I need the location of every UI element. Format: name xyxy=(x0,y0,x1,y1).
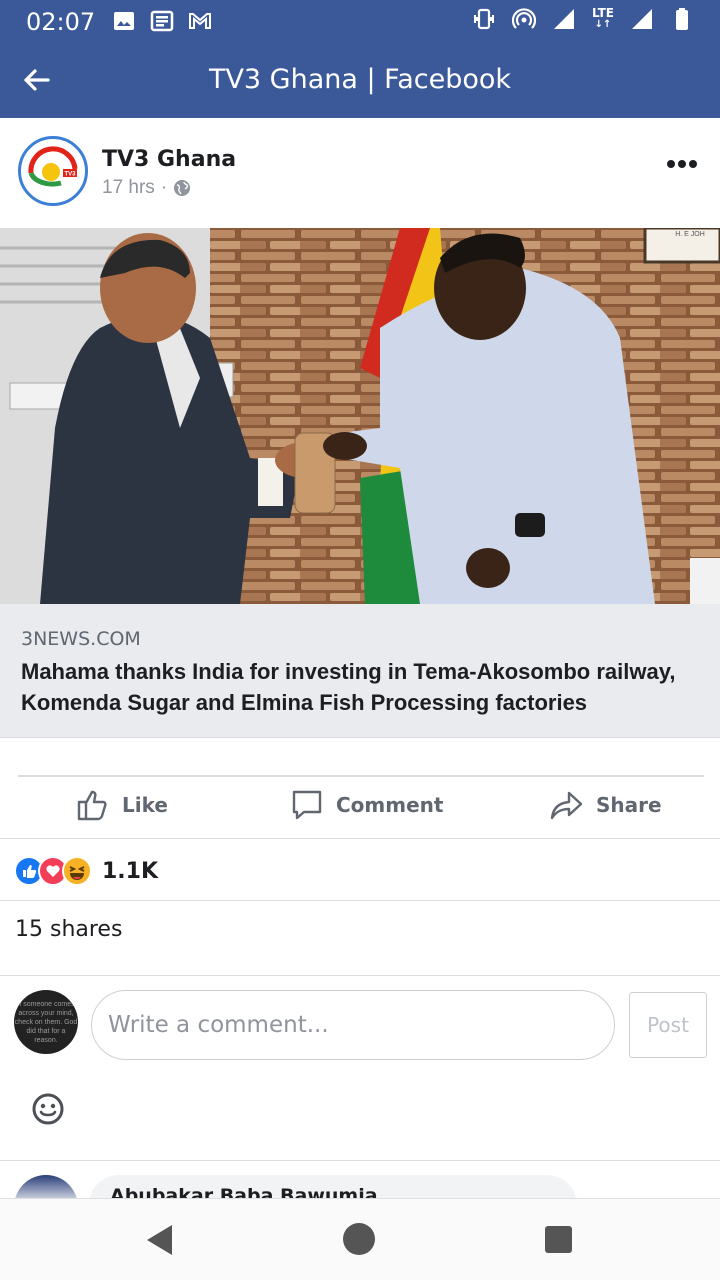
comment-input[interactable] xyxy=(91,990,615,1060)
hotspot-icon xyxy=(511,8,536,29)
signal-icon xyxy=(553,9,574,29)
nav-home-icon[interactable] xyxy=(343,1223,375,1255)
comment-item: Abubakar Baba Bawumia xyxy=(0,1160,720,1198)
comment-label: Comment xyxy=(336,793,444,817)
divider xyxy=(0,838,720,839)
link-title: Mahama thanks India for investing in Tem… xyxy=(21,659,676,715)
image-icon xyxy=(114,12,134,30)
nav-recents-icon[interactable] xyxy=(545,1226,572,1253)
status-time: 02:07 xyxy=(26,8,96,36)
post-comment-button[interactable]: Post xyxy=(629,992,707,1058)
vibrate-icon xyxy=(473,8,494,30)
nav-back-icon[interactable] xyxy=(144,1223,174,1257)
haha-icon xyxy=(62,856,92,886)
thumbs-up-icon xyxy=(77,790,107,821)
battery-icon xyxy=(676,8,688,30)
page-avatar[interactable]: TV3 xyxy=(18,136,88,206)
shares-count[interactable]: 15 shares xyxy=(15,917,122,942)
post-actions: Like Comment Share xyxy=(0,778,720,838)
more-options-icon[interactable] xyxy=(666,158,698,170)
photo-image: H. E JOH xyxy=(0,228,720,604)
commenter-name[interactable]: Abubakar Baba Bawumia xyxy=(110,1185,378,1198)
divider xyxy=(0,900,720,901)
emoji-icon[interactable] xyxy=(31,1092,65,1126)
avatar-quote: If someone comes across your mind, check… xyxy=(14,1001,78,1044)
globe-icon xyxy=(174,180,191,196)
link-domain: 3NEWS.COM xyxy=(21,628,141,650)
share-arrow-icon xyxy=(550,791,583,820)
page-title: TV3 Ghana | Facebook xyxy=(208,64,512,95)
reactions-summary[interactable]: 1.1K xyxy=(14,854,158,888)
signal-icon xyxy=(632,9,652,29)
user-avatar: If someone comes across your mind, check… xyxy=(14,990,78,1054)
app-bar: TV3 Ghana | Facebook xyxy=(0,42,720,118)
avatar-text: TV3 xyxy=(64,172,76,178)
actions-divider xyxy=(18,775,704,777)
like-button[interactable]: Like xyxy=(76,788,168,822)
share-button[interactable]: Share xyxy=(550,788,662,822)
gmail-icon xyxy=(189,13,211,29)
meta-separator: · xyxy=(160,177,168,198)
photo-corner-label: H. E JOH xyxy=(675,231,705,238)
share-label: Share xyxy=(596,793,662,817)
page-name[interactable]: TV3 Ghana xyxy=(102,147,236,172)
news-icon xyxy=(150,10,174,32)
lte-icon: LTE ↓↑ xyxy=(591,6,614,30)
post-header: TV3 TV3 Ghana 17 hrs · xyxy=(0,118,720,228)
reaction-count: 1.1K xyxy=(102,858,159,884)
comment-icon xyxy=(292,790,322,820)
post-photo[interactable]: H. E JOH xyxy=(0,228,720,604)
link-preview[interactable]: 3NEWS.COM Mahama thanks India for invest… xyxy=(0,604,720,738)
post-time[interactable]: 17 hrs xyxy=(102,177,155,199)
status-bar: 02:07 LTE ↓↑ xyxy=(0,0,720,42)
like-label: Like xyxy=(122,793,168,817)
commenter-avatar[interactable] xyxy=(14,1175,78,1198)
comment-button[interactable]: Comment xyxy=(290,788,443,822)
system-nav-bar xyxy=(0,1198,720,1280)
divider xyxy=(0,975,720,976)
post-meta: 17 hrs · xyxy=(102,177,191,199)
tv3-logo-icon: TV3 xyxy=(28,146,78,187)
